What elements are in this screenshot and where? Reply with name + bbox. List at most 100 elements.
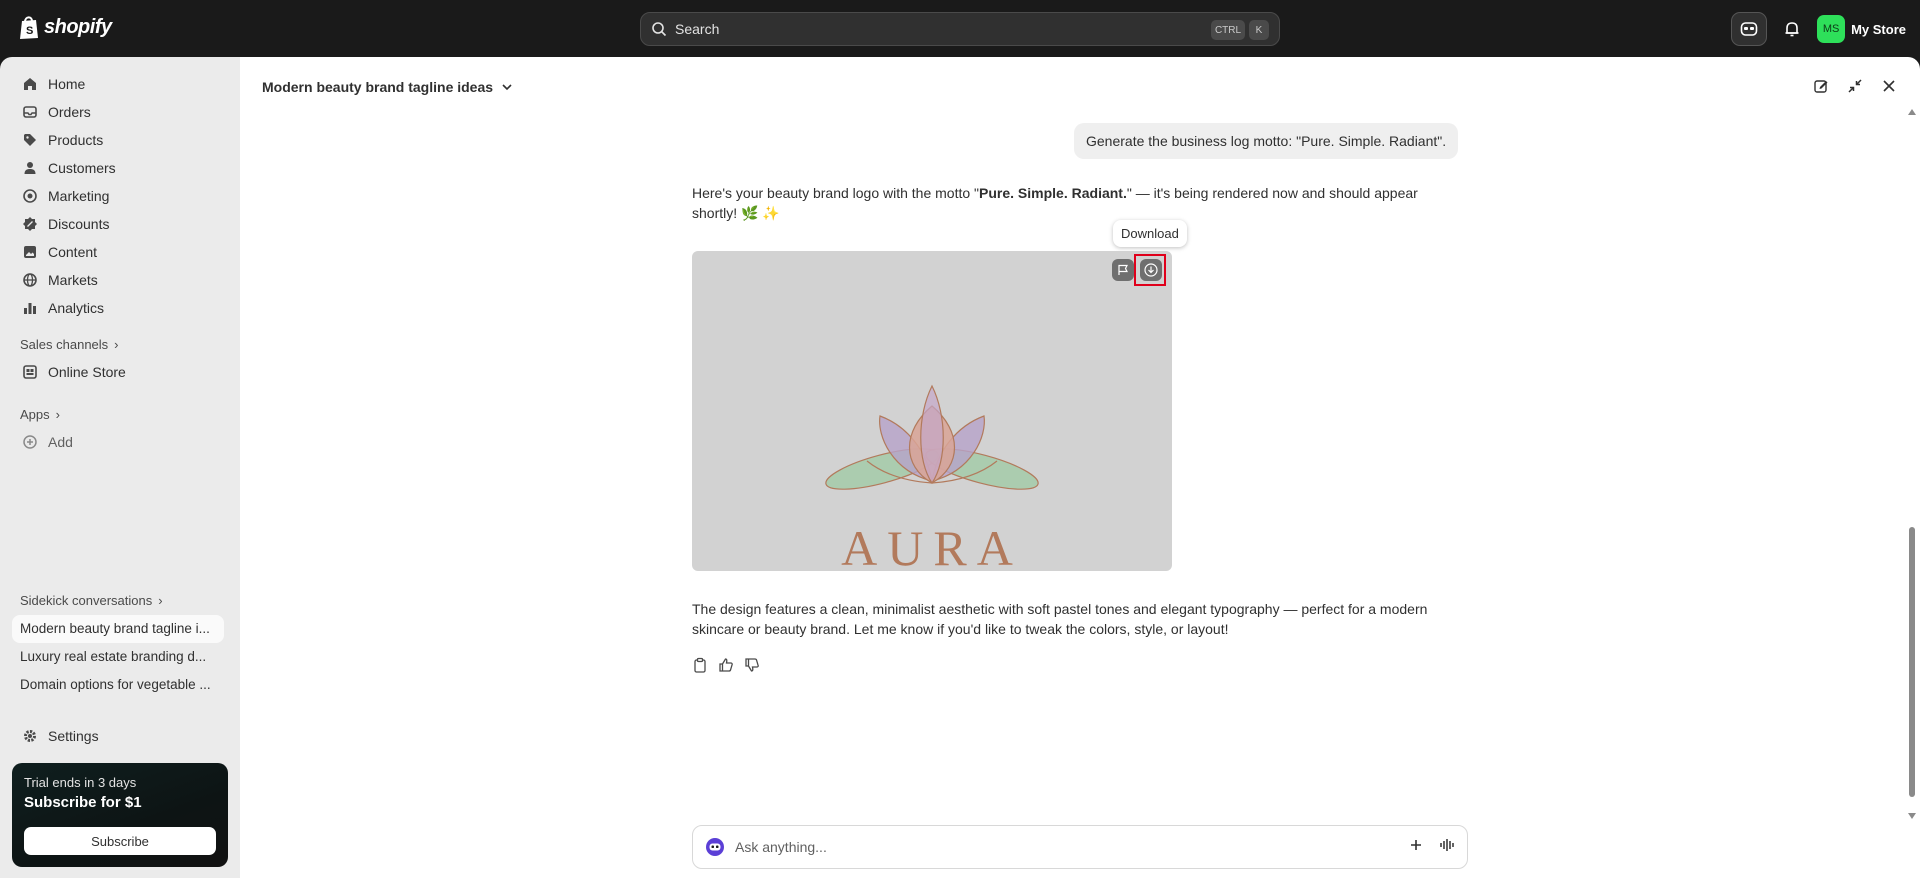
new-conversation-button[interactable] xyxy=(1812,77,1830,95)
assistant-reply-description: The design features a clean, minimalist … xyxy=(692,601,1428,637)
search-input[interactable]: Search CTRL K xyxy=(640,12,1280,46)
sidebar-item-label: Content xyxy=(48,244,98,260)
close-panel-button[interactable] xyxy=(1880,77,1898,95)
sidebar: Home Orders Products Customers Marketing… xyxy=(0,57,240,878)
voice-input-button[interactable] xyxy=(1439,838,1455,857)
sidebar-item-discounts[interactable]: Discounts xyxy=(14,211,228,237)
sidebar-item-label: Analytics xyxy=(48,300,105,316)
flag-icon xyxy=(1118,264,1128,275)
sidebar-item-products[interactable]: Products xyxy=(14,127,228,153)
shortcut-ctrl-key: CTRL xyxy=(1211,20,1245,40)
motto-text: Pure. Simple. Radiant. xyxy=(979,185,1127,201)
sidebar-item-label: Orders xyxy=(48,104,91,120)
sidebar-item-settings[interactable]: Settings xyxy=(14,723,228,749)
clipboard-icon xyxy=(694,657,706,673)
sidebar-item-label: Home xyxy=(48,76,86,92)
trial-title: Subscribe for $1 xyxy=(24,794,142,811)
reply-intro-text: Here's your beauty brand logo with the m… xyxy=(692,185,980,201)
sidekick-panel: Modern beauty brand tagline ideas Genera… xyxy=(240,57,1920,878)
sidebar-item-add-app[interactable]: Add xyxy=(14,429,228,455)
thumbs-up-icon xyxy=(719,658,733,672)
discount-icon xyxy=(23,217,37,231)
download-tooltip: Download xyxy=(1113,220,1187,247)
download-button-highlight xyxy=(1134,254,1166,286)
sidebar-item-marketing[interactable]: Marketing xyxy=(14,183,228,209)
chat-composer[interactable]: Ask anything... xyxy=(692,825,1468,869)
compose-icon xyxy=(1814,80,1828,93)
svg-text:S: S xyxy=(26,25,33,37)
brand-name: shopify xyxy=(44,15,112,38)
sidebar-item-online-store[interactable]: Online Store xyxy=(14,359,228,385)
chevron-down-icon xyxy=(502,84,512,91)
scrollbar-thumb[interactable] xyxy=(1909,527,1915,797)
plus-icon xyxy=(1411,839,1421,850)
shopify-bag-icon: S xyxy=(20,16,38,39)
tag-icon xyxy=(24,134,36,146)
bell-icon xyxy=(1785,22,1799,37)
sidebar-item-customers[interactable]: Customers xyxy=(14,155,228,181)
sidebar-item-label: Products xyxy=(48,132,104,148)
sidebar-item-home[interactable]: Home xyxy=(14,71,228,97)
sidebar-item-orders[interactable]: Orders xyxy=(14,99,228,125)
thumbs-up-button[interactable] xyxy=(718,657,734,673)
generated-logo-image[interactable]: AURA xyxy=(692,251,1172,571)
collapse-panel-button[interactable] xyxy=(1846,77,1864,95)
report-image-button[interactable] xyxy=(1112,259,1134,281)
scroll-up-arrow-icon[interactable] xyxy=(1908,109,1916,115)
store-icon xyxy=(23,365,37,379)
conversation-item-beauty-tagline[interactable]: Modern beauty brand tagline i... xyxy=(12,615,224,643)
bar-chart-icon xyxy=(24,303,36,314)
notifications-button[interactable] xyxy=(1781,18,1803,40)
conversation-item-domain-options[interactable]: Domain options for vegetable ... xyxy=(12,671,224,699)
user-message: Generate the business log motto: "Pure. … xyxy=(1074,123,1459,159)
sidebar-item-analytics[interactable]: Analytics xyxy=(14,295,228,321)
sidebar-item-label: Discounts xyxy=(48,216,110,232)
thumbs-down-button[interactable] xyxy=(744,657,760,673)
logo-wordmark: AURA xyxy=(841,520,1023,571)
waveform-icon xyxy=(1440,838,1454,851)
assistant-reply-intro: Here's your beauty brand logo with the m… xyxy=(692,183,1432,223)
conversation-item-real-estate[interactable]: Luxury real estate branding d... xyxy=(12,643,224,671)
add-attachment-button[interactable] xyxy=(1409,838,1423,857)
apps-label: Apps xyxy=(20,407,50,422)
store-name: My Store xyxy=(1851,21,1906,37)
sidebar-item-content[interactable]: Content xyxy=(14,239,228,265)
sidekick-conversations-label: Sidekick conversations xyxy=(20,593,153,608)
sidebar-item-label: Online Store xyxy=(48,364,126,380)
conversation-title: Modern beauty brand tagline ideas xyxy=(262,79,494,95)
chevron-right-icon: › xyxy=(114,337,119,352)
person-icon xyxy=(24,162,36,174)
copy-button[interactable] xyxy=(692,657,708,673)
sales-channels-heading[interactable]: Sales channels › xyxy=(20,337,119,352)
sidebar-item-label: Add xyxy=(48,434,73,450)
sidekick-icon xyxy=(706,838,724,856)
store-avatar: MS xyxy=(1817,15,1846,43)
sidebar-item-label: Settings xyxy=(48,728,99,744)
trial-subtitle: Trial ends in 3 days xyxy=(24,775,137,790)
message-feedback-actions xyxy=(692,657,760,673)
chevron-right-icon: › xyxy=(158,593,163,608)
top-bar: S shopify Search CTRL K MS My Store xyxy=(0,0,1920,57)
sidebar-item-markets[interactable]: Markets xyxy=(14,267,228,293)
target-icon xyxy=(23,189,37,203)
composer-input[interactable]: Ask anything... xyxy=(735,839,1409,855)
scroll-down-arrow-icon[interactable] xyxy=(1908,813,1916,819)
thumbs-down-icon xyxy=(745,658,759,672)
close-icon xyxy=(1883,80,1895,92)
conversation-title-dropdown[interactable]: Modern beauty brand tagline ideas xyxy=(262,79,513,95)
shortcut-k-key: K xyxy=(1249,20,1269,40)
search-placeholder: Search xyxy=(675,21,720,37)
sidekick-conversations-heading[interactable]: Sidekick conversations › xyxy=(20,593,163,608)
shopify-logo[interactable]: S shopify xyxy=(18,14,112,40)
sidebar-item-label: Customers xyxy=(48,160,116,176)
plus-circle-icon xyxy=(23,435,37,449)
sidebar-item-label: Marketing xyxy=(48,188,110,204)
apps-heading[interactable]: Apps › xyxy=(20,407,60,422)
store-menu[interactable]: MS My Store xyxy=(1817,15,1906,43)
sidekick-icon xyxy=(1740,22,1758,36)
gear-icon xyxy=(24,730,36,742)
sales-channels-label: Sales channels xyxy=(20,337,109,352)
subscribe-button[interactable]: Subscribe xyxy=(24,827,216,855)
sidekick-button[interactable] xyxy=(1731,12,1768,46)
orders-icon xyxy=(23,106,37,118)
